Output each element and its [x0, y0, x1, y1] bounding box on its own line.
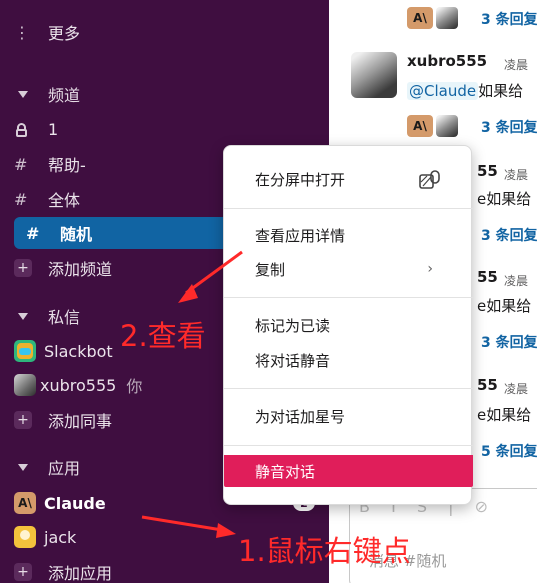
- annotation-arrowhead-1: [216, 523, 236, 538]
- annotation-step-1: 1.鼠标右键点: [238, 534, 411, 568]
- annotation-arrows: [141, 250, 243, 538]
- annotation-arrow-1: [141, 515, 223, 532]
- annotation-step-2: 2.查看: [120, 319, 206, 353]
- annotation-arrow-2: [185, 250, 243, 295]
